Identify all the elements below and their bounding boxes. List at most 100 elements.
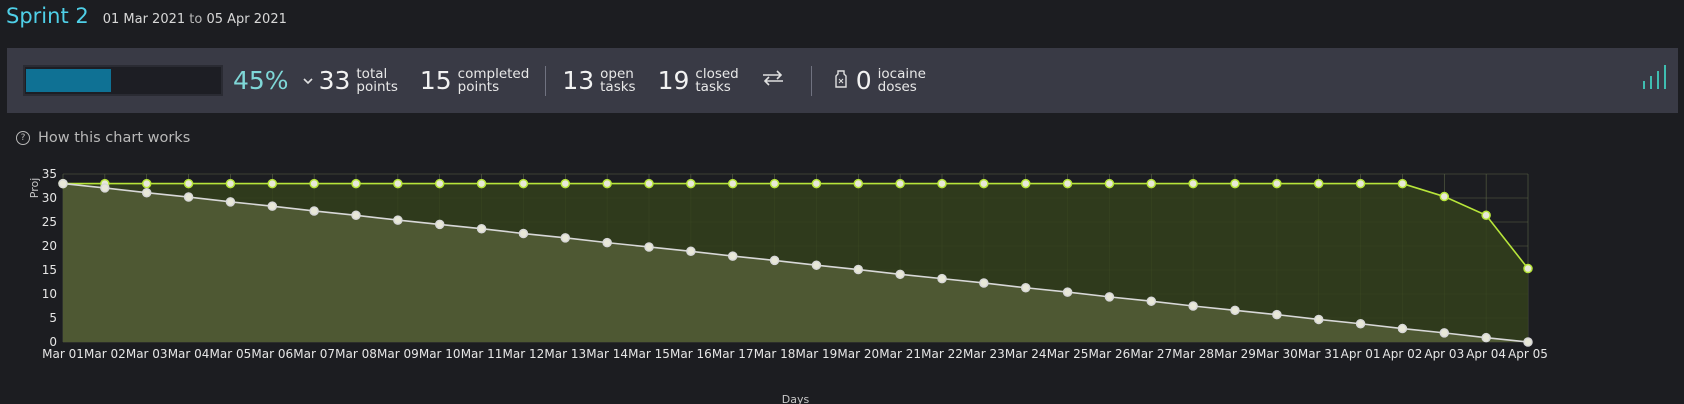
x-tick-label: Mar 31 <box>1298 347 1340 361</box>
divider <box>545 65 547 96</box>
x-tick-label: Mar 01 <box>42 347 84 361</box>
series-0-point <box>853 178 864 189</box>
progress-bar-fill <box>26 69 111 92</box>
x-tick-label: Mar 20 <box>837 347 879 361</box>
x-axis-title: Days <box>782 393 810 404</box>
x-tick-label: Mar 12 <box>503 347 545 361</box>
series-1-point <box>602 237 612 248</box>
series-1-point <box>1439 328 1450 338</box>
y-tick-label: 5 <box>49 311 57 325</box>
x-tick-label: Mar 11 <box>461 347 503 361</box>
series-0-point <box>979 178 989 189</box>
series-0-point <box>895 178 905 189</box>
sprint-start-date: 01 Mar 2021 <box>102 12 186 27</box>
x-tick-label: Mar 02 <box>84 347 126 361</box>
x-tick-label: Mar 27 <box>1130 347 1172 361</box>
closed-tasks-value: 19 <box>657 66 690 95</box>
series-0-point <box>1062 178 1073 189</box>
series-1-point <box>267 201 278 211</box>
x-tick-label: Mar 10 <box>419 347 461 361</box>
series-0-point <box>1439 191 1450 202</box>
series-1-point <box>727 251 738 261</box>
series-0-point <box>393 178 403 189</box>
chevron-down-icon[interactable] <box>303 77 313 85</box>
series-1-point <box>1230 305 1240 316</box>
series-1-point <box>937 273 947 284</box>
series-1-point <box>1104 292 1115 302</box>
x-tick-label: Mar 21 <box>879 347 921 361</box>
series-1-point <box>1355 319 1366 329</box>
open-tasks-stat: 13 open tasks <box>562 66 635 95</box>
x-tick-label: Apr 04 <box>1466 347 1506 361</box>
x-tick-label: Mar 22 <box>921 347 963 361</box>
series-1-point <box>979 278 989 288</box>
series-1-point <box>1397 323 1408 334</box>
y-tick-label: 10 <box>42 287 57 301</box>
progress-bar <box>23 65 223 96</box>
x-tick-label: Mar 15 <box>628 347 670 361</box>
series-1-point <box>183 192 194 202</box>
burndown-chart: Mar 01 Mar 02 Mar 03 Mar 04 Mar 05 Mar 06 Mar … <box>28 167 1548 404</box>
y-tick-label: 30 <box>42 191 57 205</box>
x-tick-label: Mar 25 <box>1047 347 1089 361</box>
series-1-point <box>686 246 696 257</box>
series-0-point <box>1523 263 1533 274</box>
iocaine-label-2: doses <box>877 78 917 95</box>
stats-bars-icon[interactable] <box>1643 65 1666 89</box>
series-1-point <box>351 210 361 221</box>
x-tick-label: Mar 29 <box>1214 347 1256 361</box>
how-chart-works-link[interactable]: ? How this chart works <box>16 130 190 146</box>
series-1-point <box>141 187 152 198</box>
x-tick-label: Mar 26 <box>1089 347 1131 361</box>
x-tick-label: Mar 06 <box>251 347 293 361</box>
series-1-point <box>853 264 864 275</box>
y-tick-label: 35 <box>42 167 57 181</box>
open-tasks-value: 13 <box>562 66 595 95</box>
x-tick-label: Apr 01 <box>1341 347 1381 361</box>
x-tick-label: Mar 13 <box>544 347 586 361</box>
series-1-point <box>769 255 780 266</box>
y-tick-label: 20 <box>42 239 57 253</box>
series-0-point <box>1020 178 1031 189</box>
series-0-point <box>434 178 445 189</box>
sprint-summary-bar: 45% 33 total points 15 completed points 13… <box>7 48 1678 113</box>
series-1-point <box>644 242 654 252</box>
series-0-point <box>1355 178 1366 189</box>
series-1-point <box>560 233 571 243</box>
series-0-point <box>1146 178 1157 189</box>
y-tick-label: 25 <box>42 215 57 229</box>
series-0-point <box>309 178 319 189</box>
y-tick-label: 15 <box>42 263 57 277</box>
completed-points-value: 15 <box>419 66 452 95</box>
series-0-point <box>351 178 361 189</box>
x-tick-label: Mar 24 <box>1005 347 1047 361</box>
x-tick-label: Mar 07 <box>293 347 335 361</box>
total-points-label-2: points <box>356 78 398 95</box>
series-0-point <box>686 178 696 189</box>
y-axis-ticks: 0 5 10 15 20 25 30 35 <box>42 167 57 349</box>
how-chart-works-text: How this chart works <box>38 130 191 146</box>
completed-points-label-2: points <box>457 78 500 95</box>
x-tick-label: Mar 23 <box>963 347 1005 361</box>
x-tick-label: Mar 16 <box>670 347 712 361</box>
series-0-point <box>1313 178 1324 189</box>
x-tick-label: Mar 05 <box>210 347 252 361</box>
total-points-stat: 33 total points <box>319 66 398 95</box>
help-circle-icon: ? <box>16 131 30 145</box>
iocaine-value: 0 <box>855 66 872 95</box>
series-1-point <box>100 183 110 193</box>
series-1-point <box>1272 309 1282 320</box>
sprint-end-date: 05 Apr 2021 <box>206 12 287 27</box>
series-0-point <box>1397 178 1408 189</box>
sprint-title[interactable]: Sprint 2 <box>6 4 89 28</box>
series-0-point <box>811 178 822 189</box>
series-1-point <box>1313 314 1324 325</box>
progress-percent: 45% <box>233 66 289 95</box>
completed-points-stat: 15 completed points <box>420 66 529 95</box>
series-1-point <box>58 178 68 189</box>
swap-arrows-icon[interactable] <box>761 68 785 93</box>
series-1-point <box>1523 337 1533 347</box>
sprint-dates: 01 Mar 2021 to 05 Apr 2021 <box>103 12 287 27</box>
series-0-point <box>1104 178 1115 189</box>
x-tick-label: Mar 09 <box>377 347 419 361</box>
